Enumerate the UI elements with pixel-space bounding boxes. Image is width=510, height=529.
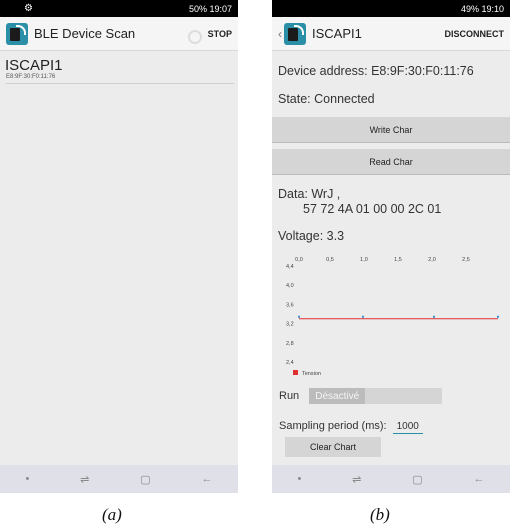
app-logo-icon: [6, 22, 28, 45]
voltage-text: Voltage: 3.3: [278, 229, 345, 243]
legend-swatch: [293, 370, 298, 375]
app-logo-icon: [284, 22, 306, 45]
device-address: E8:9F:30:F0:11:76: [6, 74, 234, 84]
run-toggle[interactable]: Désactivé: [309, 388, 443, 404]
data-label: Data: WrJ ,: [278, 187, 341, 201]
app-bar: BLE Device Scan STOP: [0, 17, 238, 51]
device-address-text: Device address: E8:9F:30:F0:11:76: [278, 64, 474, 78]
status-text: 49% 19:10: [460, 3, 504, 14]
device-name: ISCAPI1: [5, 57, 63, 74]
x-tick-label: 0,5: [326, 257, 334, 263]
back-icon[interactable]: ←: [202, 473, 213, 485]
sampling-input[interactable]: 1000: [392, 421, 423, 434]
recent-apps-icon[interactable]: ⇌: [352, 473, 361, 486]
disconnect-button[interactable]: DISCONNECT: [444, 29, 504, 39]
x-tick-label: 2,5: [462, 257, 470, 263]
screen-a: ⚙ 50% 19:07 BLE Device Scan STOP ISCAPI1…: [0, 0, 238, 493]
data-point: [361, 315, 364, 318]
write-char-button[interactable]: Write Char: [272, 117, 510, 143]
data-point: [298, 315, 300, 318]
y-tick-label: 3,2: [286, 322, 294, 328]
sampling-row: Sampling period (ms): 1000: [279, 417, 423, 434]
scan-spinner-icon: [188, 30, 202, 44]
app-title: BLE Device Scan: [34, 26, 136, 41]
settings-icon: ⚙: [24, 3, 33, 14]
caption-a: (a): [102, 505, 122, 524]
x-tick-label: 2,0: [428, 257, 436, 263]
home-icon[interactable]: ▢: [412, 473, 422, 486]
run-row: Run Désactivé: [279, 388, 443, 404]
nav-dot-icon[interactable]: •: [25, 473, 29, 485]
y-tick-label: 3,6: [286, 302, 294, 308]
y-tick-label: 2,8: [286, 341, 294, 347]
read-char-button[interactable]: Read Char: [272, 149, 510, 175]
screen-b: 49% 19:10 ‹ ISCAPI1 DISCONNECT Device ad…: [272, 0, 510, 493]
clear-chart-button[interactable]: Clear Chart: [285, 437, 381, 457]
recent-apps-icon[interactable]: ⇌: [80, 473, 89, 486]
x-tick-label: 0,0: [295, 257, 303, 263]
x-tick-label: 1,0: [360, 257, 368, 263]
y-tick-label: 4,0: [286, 283, 294, 289]
run-label: Run: [279, 390, 300, 402]
sampling-label: Sampling period (ms):: [279, 419, 387, 432]
y-tick-label: 2,4: [286, 360, 294, 366]
back-icon[interactable]: ←: [474, 473, 485, 485]
home-icon[interactable]: ▢: [140, 473, 150, 486]
x-tick-label: 1,5: [394, 257, 402, 263]
app-title: ISCAPI1: [312, 26, 362, 41]
voltage-chart: 0,0 0,5 1,0 1,5 2,0 2,5 4,4 4,0 3,6 3,2 2,8 2,4 Tens…: [286, 257, 499, 377]
legend-label: Tension: [302, 371, 321, 377]
status-text: 50% 19:07: [188, 3, 232, 14]
data-point: [433, 315, 436, 318]
status-bar: ⚙ 50% 19:07: [0, 0, 238, 17]
stop-button[interactable]: STOP: [208, 29, 232, 39]
toggle-knob[interactable]: Désactivé: [309, 388, 366, 404]
nav-bar: • ⇌ ▢ ←: [272, 465, 510, 493]
back-chevron-icon[interactable]: ‹: [278, 27, 282, 41]
data-text: Data: WrJ , 57 72 4A 01 00 00 2C 01: [278, 187, 504, 217]
data-bytes: 57 72 4A 01 00 00 2C 01: [303, 202, 442, 216]
nav-bar: • ⇌ ▢ ←: [0, 465, 238, 493]
y-tick-label: 4,4: [286, 264, 294, 270]
data-point: [497, 315, 499, 318]
nav-dot-icon[interactable]: •: [297, 473, 301, 485]
device-list-item[interactable]: ISCAPI1 E8:9F:30:F0:11:76: [0, 51, 238, 84]
status-bar: 49% 19:10: [272, 0, 510, 17]
connection-state-text: State: Connected: [278, 92, 375, 106]
app-bar: ‹ ISCAPI1 DISCONNECT: [272, 17, 510, 51]
caption-b: (b): [370, 505, 390, 524]
